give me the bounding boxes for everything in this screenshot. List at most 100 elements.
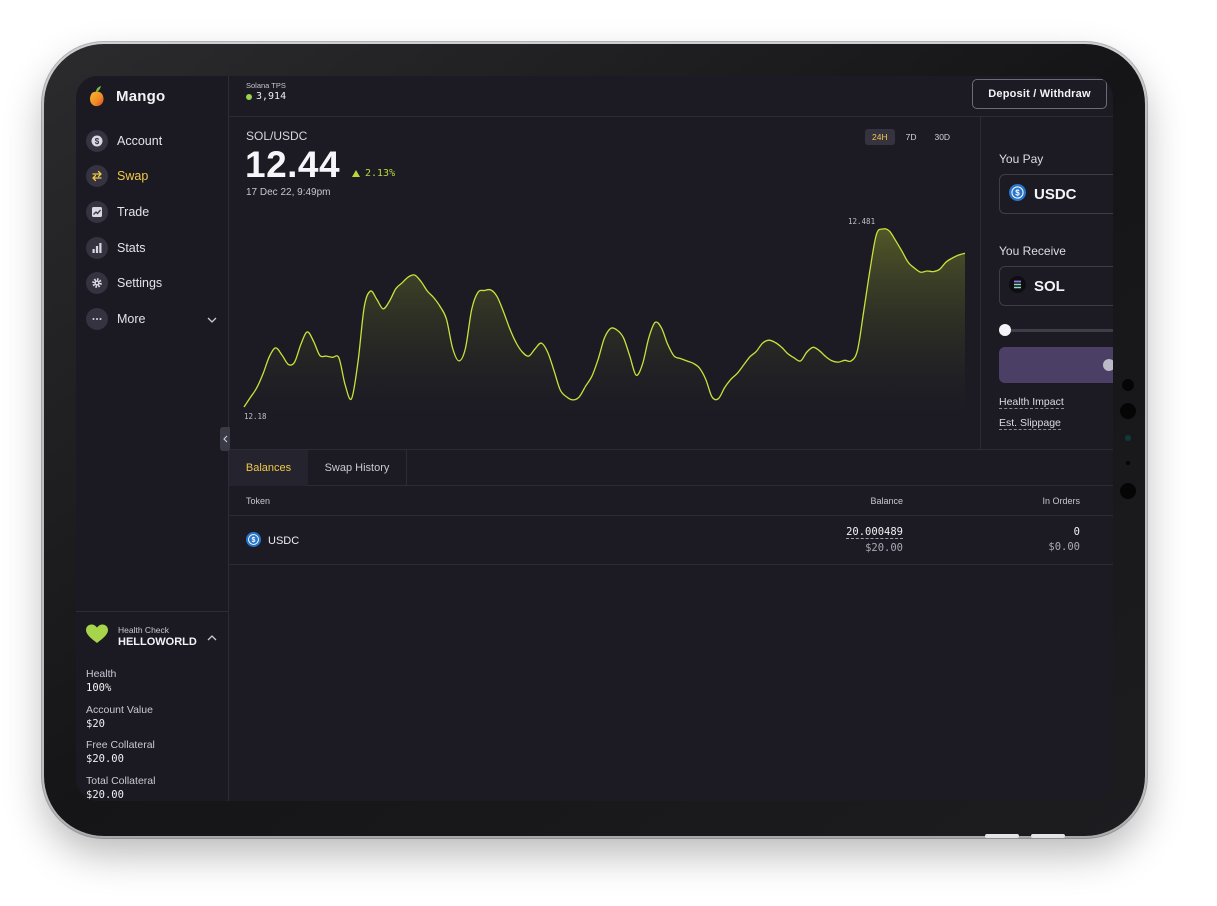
chevron-up-icon [207, 628, 217, 646]
price-change-value: 2.13% [365, 168, 396, 179]
top-bar: Solana TPS 3,914 Deposit / Withdraw [229, 76, 1113, 117]
pay-token-select[interactable]: $ USDC [999, 174, 1113, 214]
health-stat: Account Value $20 [86, 704, 155, 740]
health-impact-label[interactable]: Health Impact [999, 396, 1064, 409]
price-chart[interactable]: 12.481 12.18 [229, 117, 981, 449]
row-balance: 20.000489 $20.00 [846, 526, 903, 554]
camera-dot [1126, 461, 1130, 465]
health-stat-label: Total Collateral [86, 774, 156, 787]
balances-table-header: Token Balance In Orders [229, 486, 1113, 516]
more-dots-icon [86, 307, 108, 330]
health-stat: Total Collateral $20.00 [86, 775, 155, 801]
health-stat-label: Account Value [86, 703, 153, 716]
health-stat-value: $20.00 [86, 753, 124, 766]
trade-chart-icon [86, 200, 108, 223]
slider-track [1003, 329, 1113, 332]
row-in-orders-usd: $0.00 [1048, 541, 1080, 553]
tps-value: 3,914 [256, 91, 287, 102]
health-stat-value: $20 [86, 717, 105, 730]
svg-text:$: $ [1015, 188, 1020, 197]
health-check-toggle[interactable]: Health Check HELLOWORLD [86, 624, 217, 649]
health-stat-value: 100% [86, 682, 112, 694]
mango-logo-icon [88, 85, 106, 107]
deposit-withdraw-button[interactable]: Deposit / Withdraw [972, 79, 1107, 109]
column-in-orders: In Orders [1042, 496, 1080, 506]
chart-area-fill [244, 228, 965, 413]
slider-handle[interactable] [999, 324, 1011, 336]
svg-text:$: $ [95, 137, 100, 146]
account-dollar-icon: $ [86, 129, 108, 152]
tab-divider [406, 450, 407, 486]
app-name: Mango [116, 87, 166, 105]
health-stat: Health 100% [86, 668, 155, 704]
triangle-up-icon [352, 170, 360, 177]
chart-low-label: 12.18 [244, 412, 267, 421]
camera-dot [1120, 483, 1136, 499]
tab-balances[interactable]: Balances [229, 450, 308, 486]
price-change: 2.13% [352, 168, 395, 179]
sidebar-item-label: Stats [117, 240, 146, 255]
column-token: Token [246, 496, 271, 506]
row-token-symbol: USDC [268, 535, 300, 547]
brand[interactable]: Mango [88, 83, 165, 109]
sidebar-item-more[interactable]: More [86, 301, 221, 337]
solana-tps: Solana TPS 3,914 [246, 81, 286, 102]
row-token: $ USDC [246, 532, 299, 550]
chevron-left-icon [222, 435, 227, 443]
row-balance-amount[interactable]: 20.000489 [846, 526, 903, 539]
svg-text:$: $ [252, 537, 256, 544]
swap-submit-button[interactable] [999, 347, 1113, 383]
sidebar-item-trade[interactable]: Trade [86, 194, 221, 230]
balances-tabs: Balances Swap History [229, 449, 1113, 486]
receive-token-select[interactable]: SOL [999, 266, 1113, 306]
est-slippage-label[interactable]: Est. Slippage [999, 417, 1061, 430]
price-chart-panel: 12.481 12.18 SOL/USDC 12.44 2.13% 17 Dec… [229, 117, 981, 449]
app-screen: Mango $ Account Swap Trade Stats Setting… [76, 76, 1113, 801]
sidebar-item-label: Settings [117, 276, 163, 291]
receive-token-symbol: SOL [1034, 277, 1065, 295]
health-check-title: Health Check [118, 625, 170, 635]
you-pay-label: You Pay [999, 152, 1044, 166]
pay-token-symbol: USDC [1034, 185, 1077, 203]
range-24h-button[interactable]: 24H [865, 129, 895, 145]
sidebar-item-label: Account [117, 133, 163, 148]
stats-bars-icon [86, 236, 108, 259]
amount-slider[interactable] [999, 323, 1113, 337]
swap-form: You Pay $ USDC You Receive SOL Health Im… [982, 117, 1113, 449]
health-stat-label: Health [86, 668, 117, 680]
usdc-icon: $ [1009, 183, 1026, 205]
sol-icon [1009, 275, 1026, 297]
sidebar-nav: $ Account Swap Trade Stats Settings More [86, 123, 221, 337]
sidebar: Mango $ Account Swap Trade Stats Setting… [76, 76, 229, 801]
range-selector: 24H 7D 30D [865, 129, 957, 145]
tablet-button [985, 834, 1019, 838]
sidebar-item-swap[interactable]: Swap [86, 159, 221, 195]
health-stats: Health 100% Account Value $20 Free Colla… [86, 668, 155, 801]
chevron-down-icon [207, 312, 217, 326]
health-stat-label: Free Collateral [86, 739, 155, 752]
chart-high-label: 12.481 [848, 217, 875, 226]
range-7d-button[interactable]: 7D [899, 129, 924, 145]
sidebar-item-settings[interactable]: Settings [86, 265, 221, 301]
camera-dot [1120, 403, 1136, 419]
row-in-orders-amount: 0 [1073, 526, 1080, 538]
camera-dot [1122, 379, 1134, 391]
sidebar-item-label: More [117, 311, 146, 326]
range-30d-button[interactable]: 30D [927, 129, 957, 145]
sidebar-item-label: Trade [117, 204, 150, 219]
table-row: $ USDC 20.000489 $20.00 0 $0.00 [229, 516, 1113, 565]
sidebar-item-account[interactable]: $ Account [86, 123, 221, 159]
tab-swap-history[interactable]: Swap History [308, 450, 406, 486]
swap-arrows-icon [86, 165, 108, 188]
health-stat: Free Collateral $20.00 [86, 739, 155, 775]
tablet-button [1031, 834, 1065, 838]
column-balance: Balance [870, 496, 903, 506]
you-receive-label: You Receive [999, 244, 1066, 258]
sidebar-item-stats[interactable]: Stats [86, 230, 221, 266]
gear-icon [86, 272, 108, 295]
account-name: HELLOWORLD [118, 636, 197, 648]
camera-dot [1125, 435, 1131, 441]
row-in-orders: 0 $0.00 [1048, 526, 1080, 553]
tps-label: Solana TPS [246, 81, 286, 90]
price-timestamp: 17 Dec 22, 9:49pm [246, 187, 331, 198]
